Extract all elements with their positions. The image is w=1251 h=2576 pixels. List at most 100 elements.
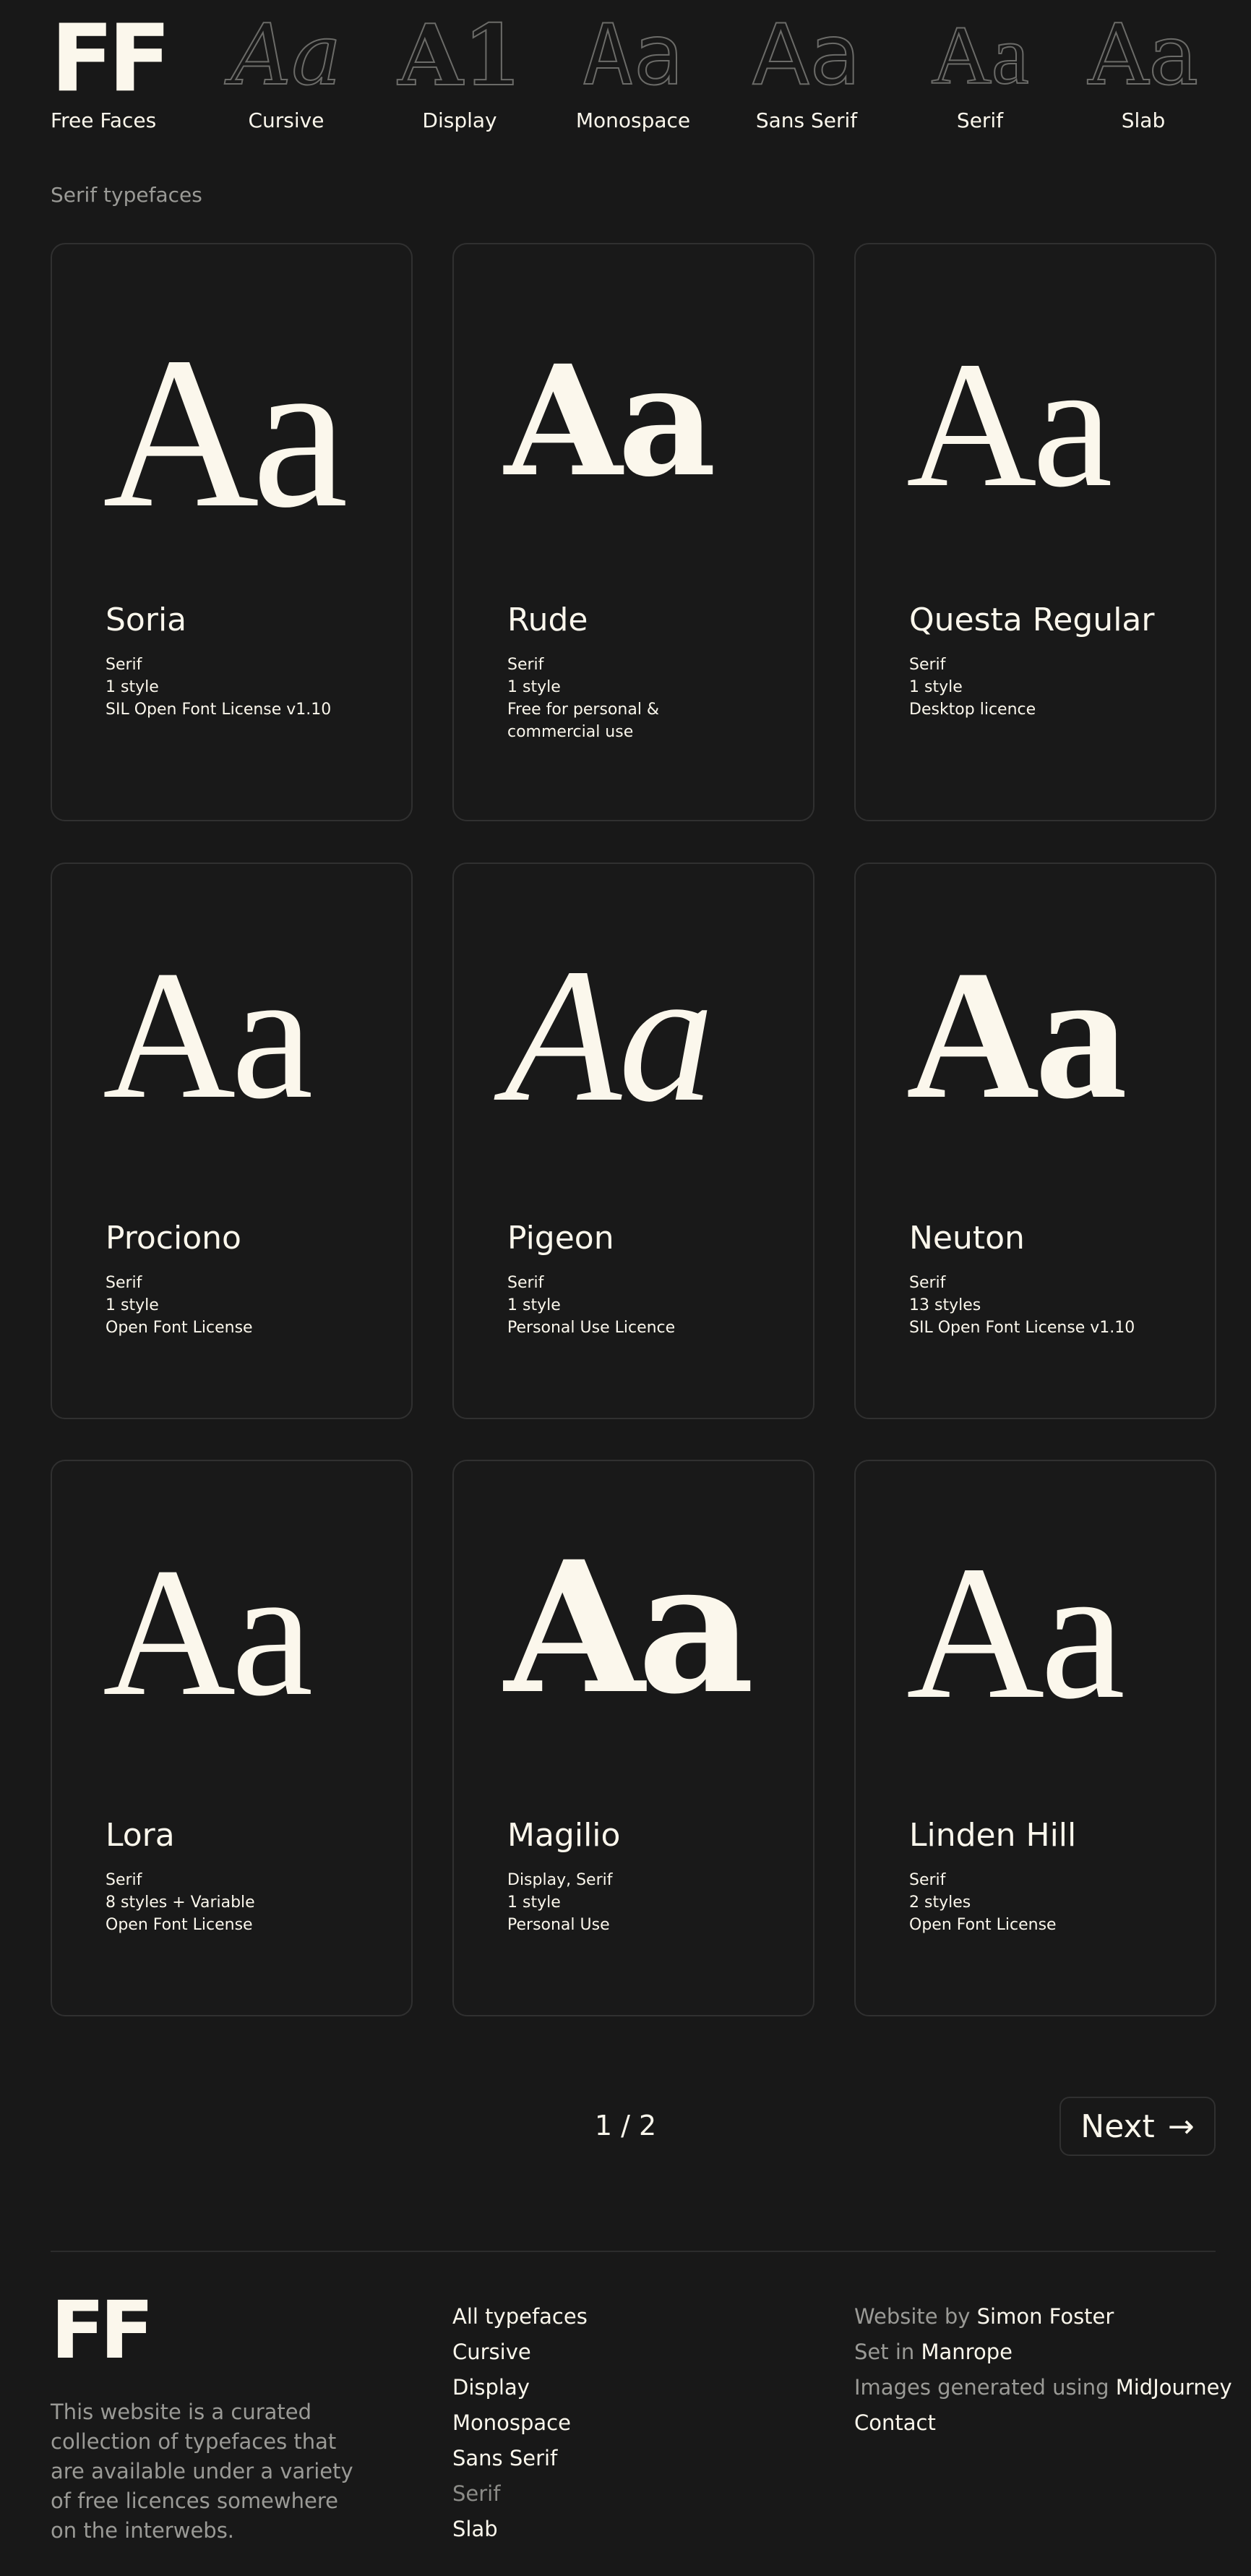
typeface-category: Serif — [106, 656, 142, 674]
footer-about: This website is a curated collection of … — [51, 2400, 353, 2543]
nav-cursive-label: Cursive — [248, 108, 324, 132]
typeface-name: Magilio — [507, 1817, 621, 1854]
nav-sans-serif[interactable]: Aa Sans Serif — [734, 7, 879, 133]
credit-images: Images generated using MidJourney — [854, 2370, 1232, 2405]
typeface-category: Serif — [909, 656, 946, 674]
footer-credits: Website by Simon Foster Set in Manrope I… — [854, 2299, 1232, 2441]
nav-monospace[interactable]: Aa Monospace — [561, 7, 705, 133]
display-glyph-icon: A1 — [397, 7, 523, 105]
footer-nav: All typefaces Cursive Display Monospace … — [452, 2299, 588, 2547]
typeface-styles: 2 styles — [909, 1894, 971, 1912]
typeface-card-magilio[interactable]: Aa Magilio Display, Serif 1 style Person… — [452, 1460, 814, 2016]
typeface-name: Neuton — [909, 1220, 1025, 1257]
typeface-card-pigeon[interactable]: Aa Pigeon Serif 1 style Personal Use Lic… — [452, 863, 814, 1419]
type-sample: Aa — [103, 312, 348, 552]
nav-serif-label: Serif — [956, 108, 1004, 132]
nav-slab-label: Slab — [1121, 108, 1166, 132]
footer-link-monospace[interactable]: Monospace — [452, 2405, 588, 2441]
typeface-name: Rude — [507, 602, 588, 638]
typeface-card-soria[interactable]: Aa Soria Serif 1 style SIL Open Font Lic… — [51, 243, 413, 821]
typeface-category: Serif — [106, 1274, 142, 1292]
nav-serif[interactable]: Aa Serif — [908, 9, 1052, 132]
typeface-category: Display, Serif — [507, 1871, 613, 1889]
typeface-card-lora[interactable]: Aa Lora Serif 8 styles + Variable Open F… — [51, 1460, 413, 2016]
typeface-name: Prociono — [106, 1220, 241, 1257]
nav-display-label: Display — [422, 108, 497, 132]
contact-link[interactable]: Contact — [854, 2410, 936, 2435]
typeface-styles: 1 style — [507, 1894, 561, 1912]
typeface-license: Free for personal & commercial use — [507, 701, 660, 741]
footer-link-slab[interactable]: Slab — [452, 2512, 588, 2547]
typeface-meta: Serif 1 style Free for personal & commer… — [507, 654, 753, 743]
footer-link-sans-serif[interactable]: Sans Serif — [452, 2441, 588, 2476]
typeface-card-questa-regular[interactable]: Aa Questa Regular Serif 1 style Desktop … — [854, 243, 1216, 821]
nav-cursive[interactable]: Aa Cursive — [214, 7, 358, 133]
typeface-meta: Serif 1 style SIL Open Font License v1.1… — [106, 654, 351, 721]
arrow-right-icon: → — [1167, 2108, 1195, 2145]
typeface-card-prociono[interactable]: Aa Prociono Serif 1 style Open Font Lice… — [51, 863, 413, 1419]
footer-link-display[interactable]: Display — [452, 2370, 588, 2405]
typeface-meta: Serif 1 style Personal Use Licence — [507, 1272, 753, 1339]
typeface-name: Questa Regular — [909, 602, 1155, 638]
cursive-glyph-icon: Aa — [231, 7, 343, 104]
footer-link-cursive[interactable]: Cursive — [452, 2335, 588, 2370]
typeface-styles: 13 styles — [909, 1296, 981, 1314]
typeface-card-rude[interactable]: Aa Rude Serif 1 style Free for personal … — [452, 243, 814, 821]
typeface-name: Lora — [106, 1817, 175, 1854]
footer-divider — [51, 2251, 1216, 2252]
monospace-glyph-icon: Aa — [582, 7, 684, 104]
typeface-styles: 1 style — [507, 678, 561, 696]
typeface-category: Serif — [507, 656, 544, 674]
typeface-meta: Serif 13 styles SIL Open Font License v1… — [909, 1272, 1155, 1339]
type-sample: Aa — [103, 933, 313, 1137]
credit-prefix: Set in — [854, 2340, 921, 2364]
credit-contact: Contact — [854, 2405, 1232, 2441]
typeface-name: Pigeon — [507, 1220, 614, 1257]
footer-link-serif[interactable]: Serif — [452, 2476, 588, 2512]
typeface-card-linden-hill[interactable]: Aa Linden Hill Serif 2 styles Open Font … — [854, 1460, 1216, 2016]
sans-serif-glyph-icon: Aa — [752, 7, 861, 104]
typeface-license: Personal Use Licence — [507, 1319, 676, 1337]
home-link[interactable]: FF Free Faces — [51, 5, 171, 133]
typeface-license: Desktop licence — [909, 701, 1036, 719]
type-sample: Aa — [103, 1531, 313, 1734]
typeface-name: Linden Hill — [909, 1817, 1077, 1854]
typeface-license: Open Font License — [909, 1916, 1057, 1934]
typeface-meta: Serif 2 styles Open Font License — [909, 1869, 1155, 1936]
serif-glyph-icon: Aa — [930, 9, 1029, 102]
credit-prefix: Website by — [854, 2304, 977, 2329]
typeface-license: SIL Open Font License v1.10 — [909, 1319, 1135, 1337]
section-label: Serif typefaces — [51, 183, 202, 207]
typeface-category: Serif — [106, 1871, 142, 1889]
footer-logo[interactable]: FF — [51, 2290, 154, 2370]
type-sample: Aa — [906, 1527, 1125, 1739]
nav-slab[interactable]: Aa Slab — [1071, 12, 1216, 133]
next-page-button[interactable]: Next → — [1059, 2097, 1216, 2156]
typeface-license: Personal Use — [507, 1916, 610, 1934]
typeface-category: Serif — [909, 1274, 946, 1292]
credit-website: Website by Simon Foster — [854, 2299, 1232, 2335]
typeface-styles: 1 style — [909, 678, 963, 696]
typeface-styles: 8 styles + Variable — [106, 1894, 255, 1912]
nav-monospace-label: Monospace — [575, 108, 691, 132]
simon-foster-link[interactable]: Simon Foster — [977, 2304, 1114, 2329]
typeface-card-neuton[interactable]: Aa Neuton Serif 13 styles SIL Open Font … — [854, 863, 1216, 1419]
typeface-meta: Serif 1 style Open Font License — [106, 1272, 351, 1339]
credit-prefix: Images generated using — [854, 2375, 1116, 2400]
credit-font: Set in Manrope — [854, 2335, 1232, 2370]
manrope-link[interactable]: Manrope — [921, 2340, 1013, 2364]
type-sample: Aa — [504, 332, 716, 510]
footer-link-all-typefaces[interactable]: All typefaces — [452, 2299, 588, 2335]
typeface-styles: 1 style — [106, 678, 159, 696]
next-label: Next — [1080, 2108, 1155, 2145]
logo: FF — [51, 5, 171, 113]
midjourney-link[interactable]: MidJourney — [1116, 2375, 1232, 2400]
type-sample: Aa — [906, 933, 1127, 1137]
typeface-meta: Serif 8 styles + Variable Open Font Lice… — [106, 1869, 351, 1936]
nav-sans-serif-label: Sans Serif — [755, 108, 858, 132]
nav-display[interactable]: A1 Display — [387, 7, 532, 132]
typeface-meta: Display, Serif 1 style Personal Use — [507, 1869, 753, 1936]
type-sample: Aa — [504, 930, 714, 1142]
typeface-styles: 1 style — [106, 1296, 159, 1314]
typeface-license: Open Font License — [106, 1319, 253, 1337]
